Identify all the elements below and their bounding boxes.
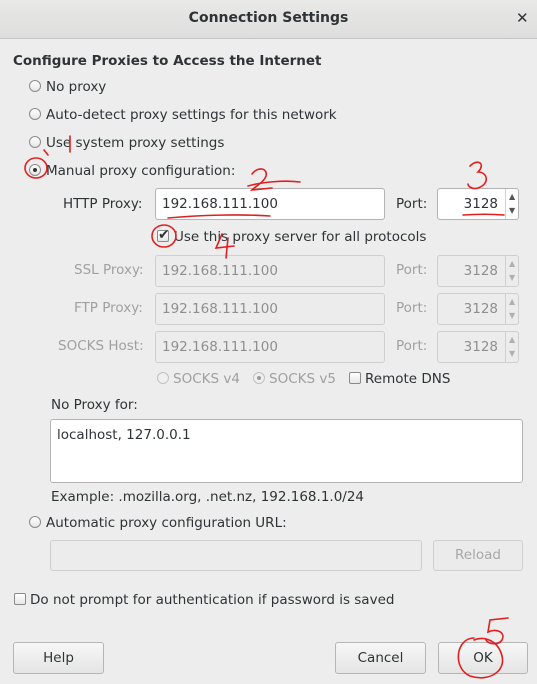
ssl-proxy-label: SSL Proxy:	[74, 262, 144, 278]
cancel-button[interactable]: Cancel	[335, 642, 426, 674]
annotation-number-2	[249, 168, 273, 192]
http-proxy-label: HTTP Proxy:	[63, 196, 143, 212]
auto-config-url-label[interactable]: Automatic proxy configuration URL:	[46, 515, 287, 531]
socks-v5-label[interactable]: SOCKS v5	[269, 371, 336, 387]
annotation-number-3	[467, 161, 488, 190]
window-title: Connection Settings	[188, 10, 349, 26]
http-port-label: Port:	[396, 196, 428, 212]
auto-detect-radio[interactable]	[29, 108, 41, 120]
no-proxy-for-label: No Proxy for:	[51, 397, 138, 413]
manual-proxy-label[interactable]: Manual proxy configuration:	[46, 163, 235, 179]
no-proxy-for-textarea[interactable]: localhost, 127.0.0.1	[50, 419, 523, 483]
socks-host-input[interactable]: 192.168.111.100	[155, 331, 385, 363]
socks-host-label: SOCKS Host:	[58, 338, 144, 354]
ftp-proxy-input[interactable]: 192.168.111.100	[155, 293, 385, 325]
ftp-port-label: Port:	[396, 300, 428, 316]
ok-button[interactable]: OK	[438, 642, 528, 674]
system-proxy-label[interactable]: Use system proxy settings	[46, 135, 224, 151]
no-auth-prompt-label[interactable]: Do not prompt for authentication if pass…	[30, 592, 394, 608]
section-heading: Configure Proxies to Access the Internet	[13, 53, 322, 69]
http-port-stepper[interactable]: ▲ ▼	[505, 189, 519, 219]
ssl-port-label: Port:	[396, 262, 428, 278]
auto-detect-label[interactable]: Auto-detect proxy settings for this netw…	[46, 107, 337, 123]
no-proxy-example: Example: .mozilla.org, .net.nz, 192.168.…	[51, 489, 365, 505]
socks-port-label: Port:	[396, 338, 428, 354]
checkmark-icon: ✔	[158, 227, 170, 243]
no-auth-prompt-checkbox[interactable]	[14, 593, 26, 605]
socks-v5-radio[interactable]	[253, 372, 265, 384]
manual-proxy-radio[interactable]	[29, 164, 41, 176]
ssl-port-stepper[interactable]: ▲ ▼	[505, 256, 519, 286]
ftp-proxy-label: FTP Proxy:	[74, 300, 143, 316]
annotation-stroke	[247, 180, 301, 187]
ftp-port-stepper[interactable]: ▲ ▼	[505, 294, 519, 324]
help-button[interactable]: Help	[13, 642, 104, 674]
no-proxy-label[interactable]: No proxy	[46, 79, 106, 95]
auto-config-url-radio[interactable]	[29, 516, 41, 528]
ssl-proxy-input[interactable]: 192.168.111.100	[155, 255, 385, 287]
socks-v4-radio[interactable]	[157, 372, 169, 384]
use-all-protocols-checkbox[interactable]: ✔	[157, 227, 170, 243]
use-all-protocols-label[interactable]: Use this proxy server for all protocols	[174, 229, 426, 245]
socks-v4-label[interactable]: SOCKS v4	[173, 371, 240, 387]
socks-port-stepper[interactable]: ▲ ▼	[505, 332, 519, 362]
annotation-number-5	[485, 617, 509, 645]
auto-config-url-input[interactable]	[50, 540, 422, 571]
reload-button[interactable]: Reload	[433, 540, 523, 571]
remote-dns-checkbox[interactable]	[349, 372, 361, 384]
http-proxy-input[interactable]: 192.168.111.100	[155, 188, 385, 220]
remote-dns-label[interactable]: Remote DNS	[365, 371, 450, 387]
system-proxy-radio[interactable]	[29, 136, 41, 148]
no-proxy-radio[interactable]	[29, 80, 41, 92]
close-icon[interactable]: ✕	[516, 9, 529, 27]
